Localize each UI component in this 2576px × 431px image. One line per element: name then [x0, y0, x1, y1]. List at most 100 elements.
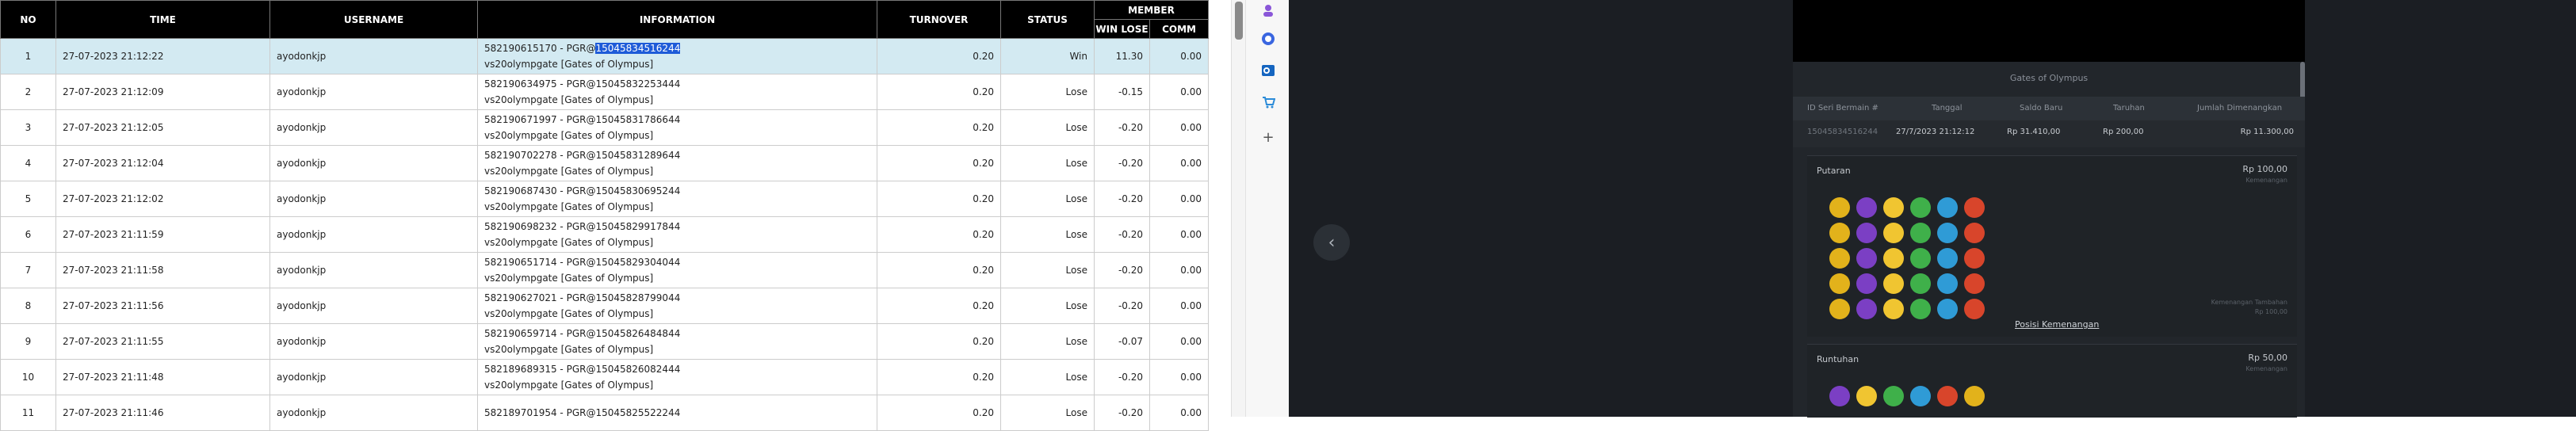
previous-arrow-icon[interactable]: ‹ [1313, 224, 1350, 261]
table-row[interactable]: 6 27-07-2023 21:11:59 ayodonkjp 58219069823… [0, 216, 1210, 253]
table-row[interactable]: 7 27-07-2023 21:11:58 ayodonkjp 58219065171… [0, 252, 1210, 288]
gem-symbol-icon [1937, 386, 1958, 406]
row-comm: 0.00 [1148, 288, 1210, 324]
add-icon[interactable]: + [1259, 128, 1277, 146]
info-line-2: vs20olympgate [Gates of Olympus] [484, 308, 654, 319]
value-date: 27/7/2023 21:12:12 [1896, 128, 1975, 136]
info-line-2: vs20olympgate [Gates of Olympus] [484, 59, 654, 70]
row-turnover: 0.20 [877, 252, 1001, 288]
outlook-icon[interactable] [1259, 62, 1277, 79]
row-comm: 0.00 [1148, 395, 1210, 431]
info-ref: 582190651714 - PGR@15045829304044 [484, 257, 681, 268]
row-number: 1 [0, 38, 56, 74]
row-status: Lose [1000, 74, 1095, 110]
row-information: 582190671997 - PGR@15045831786644 vs20oly… [477, 109, 877, 146]
spin-sub: Kemenangan [2245, 177, 2287, 184]
info-ref: 582190615170 - PGR@ [484, 43, 596, 54]
row-winlose: -0.20 [1094, 181, 1150, 217]
tumble-reel-grid [1829, 386, 1986, 406]
browser-sidebar: + [1245, 0, 1289, 417]
table-row[interactable]: 5 27-07-2023 21:12:02 ayodonkjp 58219068743… [0, 181, 1210, 217]
info-line-2: vs20olympgate [Gates of Olympus] [484, 380, 654, 391]
scrollbar-thumb[interactable] [1235, 2, 1243, 40]
info-line-1: 582190651714 - PGR@15045829304044 [484, 254, 870, 270]
row-information: 582190627021 - PGR@15045828799044 vs20oly… [477, 288, 877, 324]
gem-symbol-icon [1856, 273, 1877, 294]
gem-symbol-icon [1883, 223, 1904, 243]
table-row[interactable]: 9 27-07-2023 21:11:55 ayodonkjp 58219065971… [0, 323, 1210, 360]
row-information: 582190698232 - PGR@15045829917844 vs20oly… [477, 216, 877, 253]
col-header-status[interactable]: STATUS [1000, 0, 1095, 39]
row-username: ayodonkjp [269, 181, 478, 217]
table-row[interactable]: 2 27-07-2023 21:12:09 ayodonkjp 58219063497… [0, 74, 1210, 110]
row-information: 582189701954 - PGR@15045825522244 [477, 395, 877, 431]
row-status: Lose [1000, 359, 1095, 395]
row-information: 582190702278 - PGR@15045831289644 vs20oly… [477, 145, 877, 181]
gem-symbol-icon [1964, 223, 1985, 243]
row-information: 582189689315 - PGR@15045826082444 vs20oly… [477, 359, 877, 395]
row-winlose: -0.15 [1094, 74, 1150, 110]
row-winlose: -0.20 [1094, 216, 1150, 253]
header-bet: Taruhan [2113, 104, 2145, 113]
row-username: ayodonkjp [269, 74, 478, 110]
gem-symbol-icon [1829, 197, 1850, 218]
row-winlose: -0.20 [1094, 359, 1150, 395]
row-comm: 0.00 [1148, 323, 1210, 360]
row-time: 27-07-2023 21:11:56 [55, 288, 270, 324]
row-number: 5 [0, 181, 56, 217]
copilot-icon[interactable] [1259, 30, 1277, 48]
gem-symbol-icon [1883, 386, 1904, 406]
info-ref: 582190627021 - PGR@15045828799044 [484, 292, 681, 303]
row-winlose: -0.20 [1094, 145, 1150, 181]
col-header-information[interactable]: INFORMATION [477, 0, 877, 39]
info-line-1: 582190702278 - PGR@15045831289644 [484, 147, 870, 163]
row-username: ayodonkjp [269, 109, 478, 146]
row-status: Lose [1000, 216, 1095, 253]
row-turnover: 0.20 [877, 74, 1001, 110]
table-row[interactable]: 4 27-07-2023 21:12:04 ayodonkjp 58219070227… [0, 145, 1210, 181]
col-header-winlose[interactable]: WIN LOSE [1094, 19, 1150, 39]
info-line-2: vs20olympgate [Gates of Olympus] [484, 237, 654, 248]
col-header-turnover[interactable]: TURNOVER [877, 0, 1001, 39]
table-row[interactable]: 11 27-07-2023 21:11:46 ayodonkjp 5821897019… [0, 395, 1210, 431]
header-date: Tanggal [1932, 104, 1963, 113]
gem-symbol-icon [1937, 223, 1958, 243]
row-username: ayodonkjp [269, 216, 478, 253]
info-ref: 582190671997 - PGR@15045831786644 [484, 114, 681, 125]
gem-symbol-icon [1964, 299, 1985, 319]
row-comm: 0.00 [1148, 109, 1210, 146]
row-number: 4 [0, 145, 56, 181]
col-header-username[interactable]: USERNAME [269, 0, 478, 39]
info-line-2: vs20olympgate [Gates of Olympus] [484, 130, 654, 141]
gem-symbol-icon [1856, 223, 1877, 243]
col-header-no[interactable]: NO [0, 0, 56, 39]
table-row[interactable]: 1 27-07-2023 21:12:22 ayodonkjp 58219061517… [0, 38, 1210, 74]
row-turnover: 0.20 [877, 288, 1001, 324]
person-icon[interactable] [1259, 2, 1277, 19]
row-status: Lose [1000, 181, 1095, 217]
gem-symbol-icon [1964, 386, 1985, 406]
winning-positions-link[interactable]: Posisi Kemenangan [2015, 319, 2099, 330]
row-number: 2 [0, 74, 56, 110]
row-number: 10 [0, 359, 56, 395]
info-ref: 582190687430 - PGR@15045830695244 [484, 185, 681, 196]
row-number: 7 [0, 252, 56, 288]
info-line-1: 582190627021 - PGR@15045828799044 [484, 290, 870, 306]
col-header-comm[interactable]: COMM [1148, 19, 1210, 39]
row-comm: 0.00 [1148, 359, 1210, 395]
table-row[interactable]: 8 27-07-2023 21:11:56 ayodonkjp 58219062702… [0, 288, 1210, 324]
row-comm: 0.00 [1148, 181, 1210, 217]
row-information: 582190651714 - PGR@15045829304044 vs20oly… [477, 252, 877, 288]
table-row[interactable]: 3 27-07-2023 21:12:05 ayodonkjp 58219067199… [0, 109, 1210, 146]
info-ref: 582190659714 - PGR@15045826484844 [484, 328, 681, 339]
info-ref: 582190634975 - PGR@15045832253444 [484, 78, 681, 90]
row-status: Lose [1000, 145, 1095, 181]
gem-symbol-icon [1910, 248, 1931, 269]
shopping-icon[interactable] [1259, 93, 1277, 111]
report-scrollbar[interactable] [1231, 0, 1246, 417]
table-row[interactable]: 10 27-07-2023 21:11:48 ayodonkjp 5821896893… [0, 359, 1210, 395]
col-header-time[interactable]: TIME [55, 0, 270, 39]
gem-symbol-icon [1856, 386, 1877, 406]
info-ref-selected[interactable]: 15045834516244 [595, 43, 681, 54]
extra-win-value: Rp 100,00 [2254, 308, 2287, 315]
